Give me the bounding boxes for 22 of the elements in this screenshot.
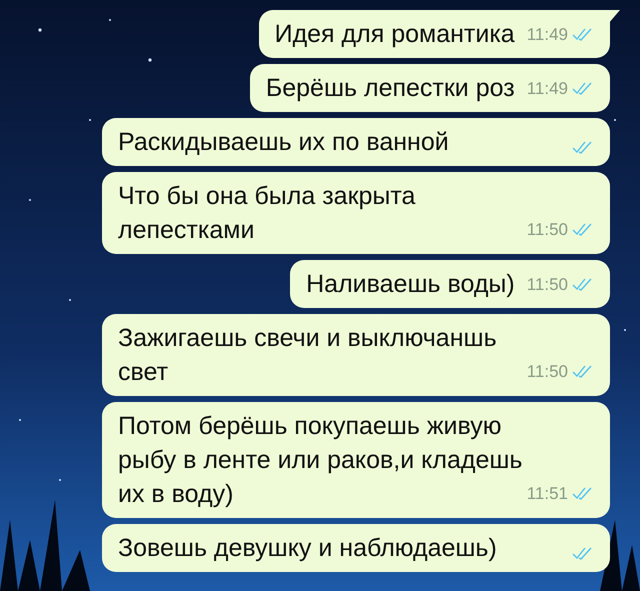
message-text: Берёшь лепестки роз <box>266 73 515 104</box>
double-check-icon <box>572 81 594 96</box>
double-check-icon <box>572 27 594 42</box>
double-check-icon <box>572 222 594 236</box>
double-check-icon <box>572 140 594 154</box>
message-text: Зовешь девушку и наблюдаешь) <box>118 533 497 564</box>
message-time: 11:50 <box>526 218 568 240</box>
message-time: 11:50 <box>526 274 568 296</box>
message-text: Раскидываешь их по ванной <box>118 127 449 158</box>
message-time: 11:49 <box>526 24 568 46</box>
double-check-icon <box>572 277 594 292</box>
message-text: Потом берёшь покупаешь живую рыбу в ленте или раков,и кладешь их в воду) <box>118 411 522 510</box>
double-check-icon <box>572 546 594 560</box>
message-text: Идея для романтика <box>274 19 515 50</box>
message-time: 11:50 <box>526 360 568 382</box>
message-time: 11:49 <box>526 78 568 100</box>
message-time: 11:51 <box>526 482 568 504</box>
message-text: Наливаешь воды) <box>306 269 515 300</box>
double-check-icon <box>572 486 594 500</box>
message-text: Что бы она была закрыта лепестками <box>118 181 416 246</box>
double-check-icon <box>572 364 594 378</box>
message-text: Зажигаешь свечи и выключаншь свет <box>118 323 497 388</box>
